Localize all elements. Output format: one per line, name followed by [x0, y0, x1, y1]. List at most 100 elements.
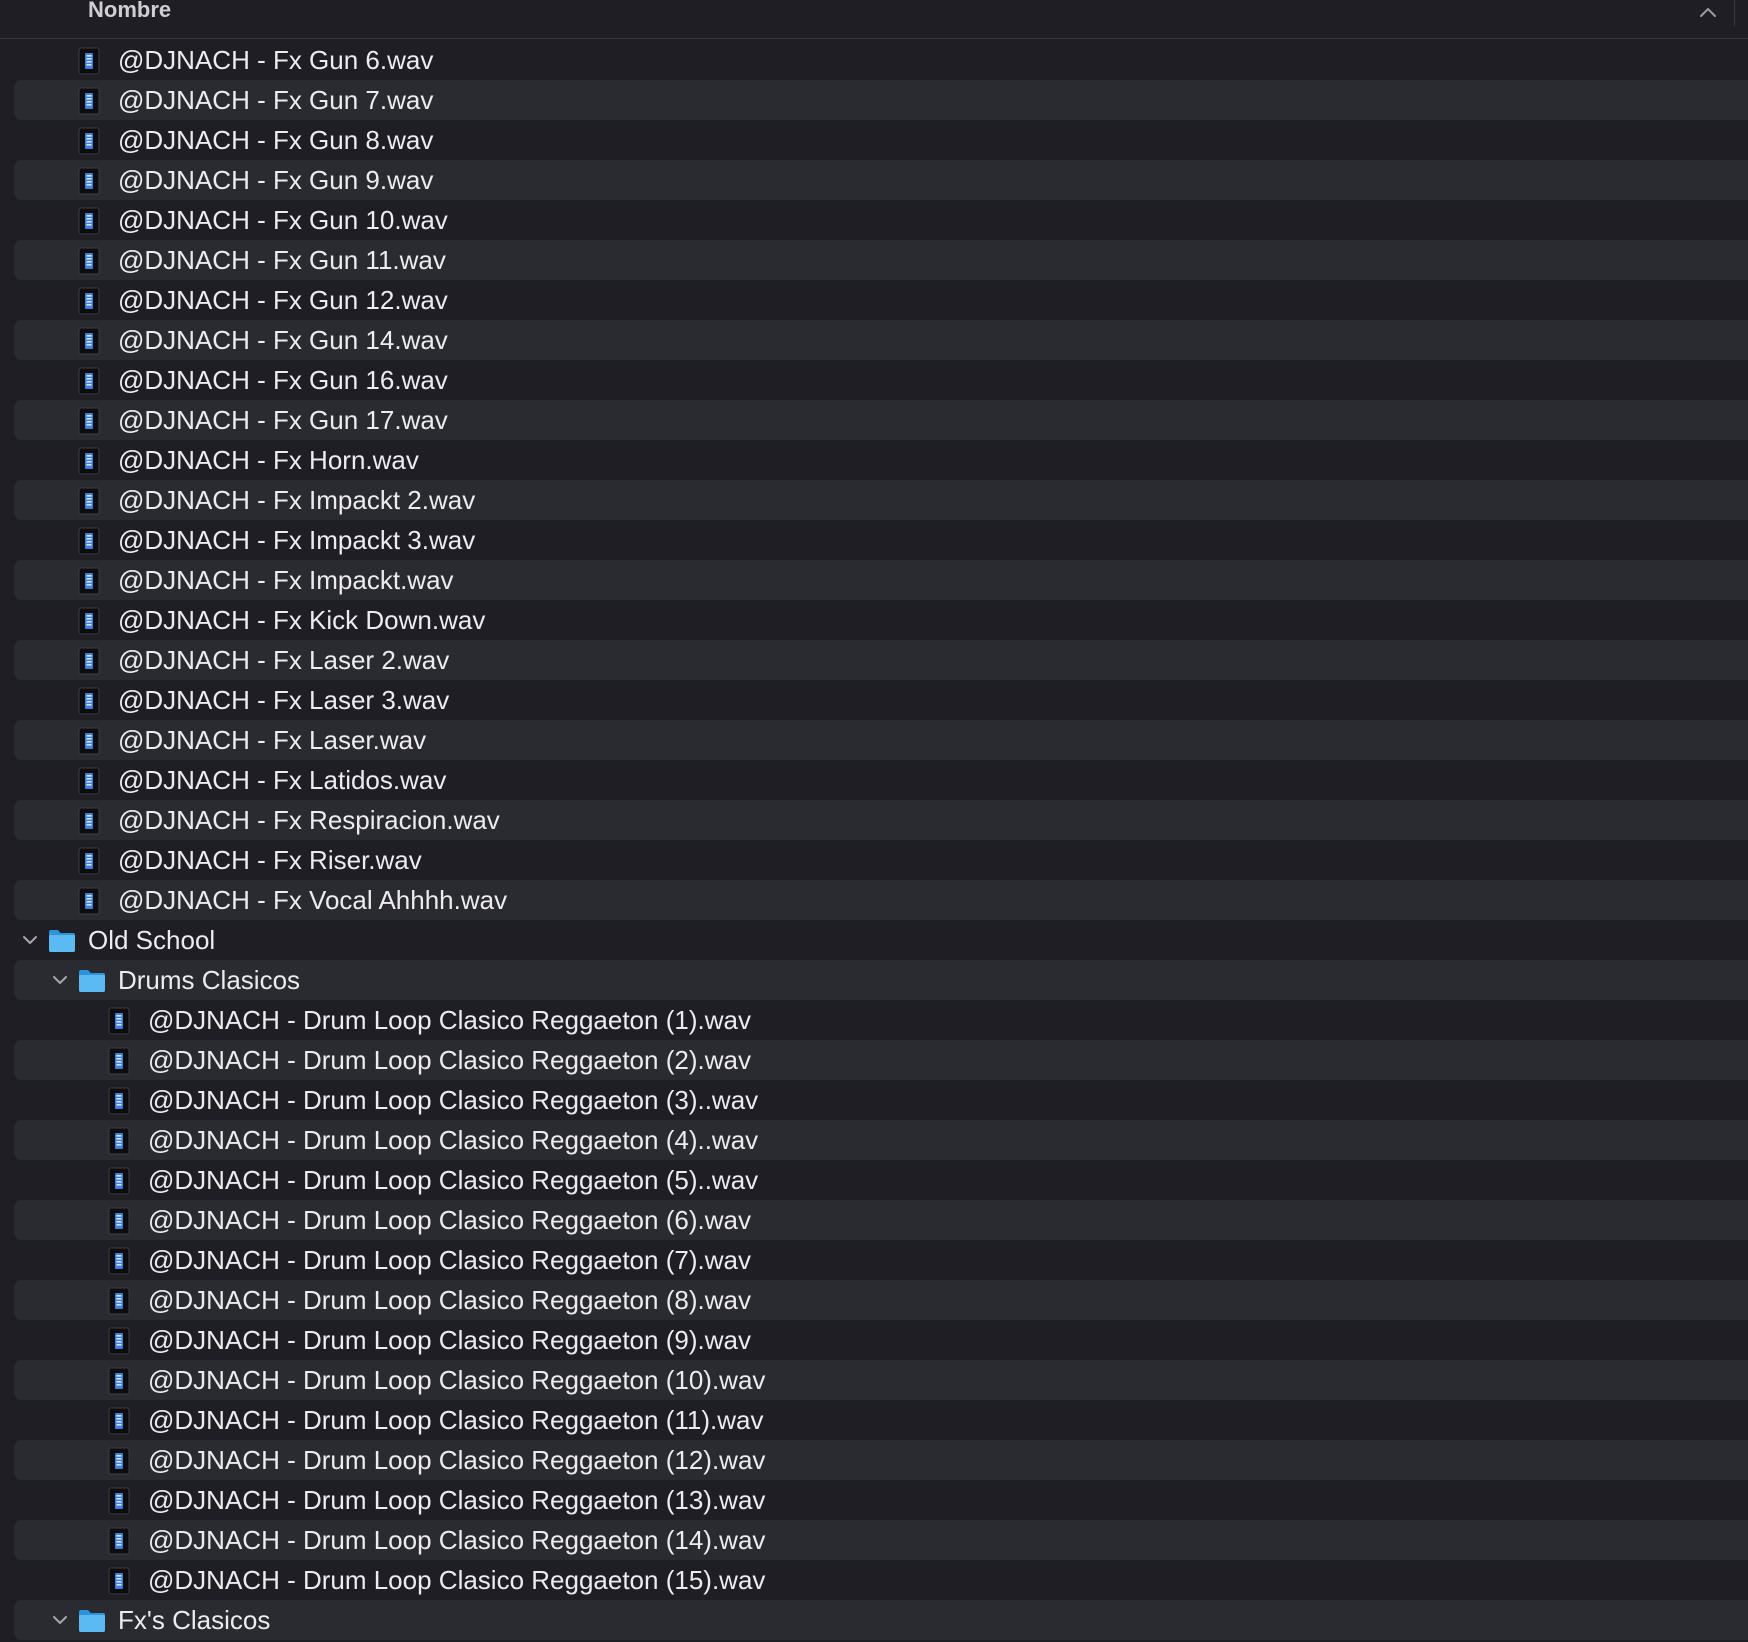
audio-file-icon	[78, 607, 100, 635]
file-name: @DJNACH - Drum Loop Clasico Reggaeton (1…	[148, 1405, 764, 1435]
audio-file-icon	[78, 567, 100, 595]
file-name: @DJNACH - Drum Loop Clasico Reggaeton (3…	[148, 1085, 759, 1115]
file-row[interactable]: @DJNACH - Drum Loop Clasico Reggaeton (8…	[14, 1280, 1748, 1320]
audio-file-icon	[78, 247, 100, 275]
file-row[interactable]: @DJNACH - Fx Gun 17.wav	[14, 400, 1748, 440]
file-name: @DJNACH - Drum Loop Clasico Reggaeton (6…	[148, 1205, 751, 1235]
file-row[interactable]: @DJNACH - Fx Gun 12.wav	[14, 280, 1748, 320]
file-name: @DJNACH - Fx Laser 3.wav	[118, 685, 450, 715]
file-name: @DJNACH - Fx Riser.wav	[118, 845, 422, 875]
file-row[interactable]: @DJNACH - Drum Loop Clasico Reggaeton (5…	[14, 1160, 1748, 1200]
file-name: @DJNACH - Fx Gun 16.wav	[118, 365, 448, 395]
audio-file-icon	[108, 1407, 130, 1435]
file-row[interactable]: @DJNACH - Drum Loop Clasico Reggaeton (1…	[14, 1440, 1748, 1480]
audio-file-icon	[108, 1167, 130, 1195]
file-name: @DJNACH - Drum Loop Clasico Reggaeton (1…	[148, 1445, 766, 1475]
audio-file-icon	[108, 1087, 130, 1115]
folder-icon	[79, 1610, 105, 1632]
file-name: @DJNACH - Fx Impackt.wav	[118, 565, 454, 595]
audio-file-icon	[78, 287, 100, 315]
file-row[interactable]: @DJNACH - Fx Respiracion.wav	[14, 800, 1748, 840]
file-row[interactable]: @DJNACH - Fx Gun 8.wav	[14, 120, 1748, 160]
file-row[interactable]: @DJNACH - Drum Loop Clasico Reggaeton (1…	[14, 1560, 1748, 1600]
audio-file-icon	[78, 407, 100, 435]
file-name: @DJNACH - Fx Gun 6.wav	[118, 45, 434, 75]
audio-file-icon	[78, 767, 100, 795]
file-row[interactable]: @DJNACH - Fx Laser 2.wav	[14, 640, 1748, 680]
file-name: @DJNACH - Drum Loop Clasico Reggaeton (8…	[148, 1285, 751, 1315]
file-row[interactable]: @DJNACH - Drum Loop Clasico Reggaeton (6…	[14, 1200, 1748, 1240]
audio-file-icon	[108, 1567, 130, 1595]
file-row[interactable]: @DJNACH - Fx Latidos.wav	[14, 760, 1748, 800]
audio-file-icon	[78, 487, 100, 515]
audio-file-icon	[108, 1487, 130, 1515]
file-name: @DJNACH - Fx Gun 11.wav	[118, 245, 446, 275]
file-row[interactable]: @DJNACH - Drum Loop Clasico Reggaeton (7…	[14, 1240, 1748, 1280]
audio-file-icon	[108, 1367, 130, 1395]
file-name: @DJNACH - Fx Kick Down.wav	[118, 605, 486, 635]
audio-file-icon	[78, 167, 100, 195]
audio-file-icon	[78, 807, 100, 835]
chevron-up-icon[interactable]	[1698, 4, 1718, 20]
file-row[interactable]: @DJNACH - Fx Laser.wav	[14, 720, 1748, 760]
audio-file-icon	[78, 447, 100, 475]
file-row[interactable]: @DJNACH - Fx Gun 16.wav	[14, 360, 1748, 400]
file-row[interactable]: @DJNACH - Drum Loop Clasico Reggaeton (1…	[14, 1400, 1748, 1440]
folder-name: Drums Clasicos	[118, 965, 301, 995]
file-row[interactable]: @DJNACH - Fx Horn.wav	[14, 440, 1748, 480]
audio-file-icon	[108, 1247, 130, 1275]
file-name: @DJNACH - Drum Loop Clasico Reggaeton (1…	[148, 1565, 766, 1595]
audio-file-icon	[78, 687, 100, 715]
file-row[interactable]: @DJNACH - Fx Gun 6.wav	[14, 40, 1748, 80]
chevron-down-icon[interactable]	[52, 972, 68, 988]
file-name: @DJNACH - Fx Gun 8.wav	[118, 125, 434, 155]
file-row[interactable]: @DJNACH - Fx Impackt 2.wav	[14, 480, 1748, 520]
file-row[interactable]: @DJNACH - Drum Loop Clasico Reggaeton (4…	[14, 1120, 1748, 1160]
file-row[interactable]: @DJNACH - Drum Loop Clasico Reggaeton (1…	[14, 1000, 1748, 1040]
audio-file-icon	[78, 527, 100, 555]
column-header-name[interactable]: Nombre	[88, 0, 171, 22]
file-name: @DJNACH - Fx Gun 12.wav	[118, 285, 448, 315]
file-name: @DJNACH - Drum Loop Clasico Reggaeton (1…	[148, 1485, 766, 1515]
file-row[interactable]: @DJNACH - Fx Gun 7.wav	[14, 80, 1748, 120]
file-name: @DJNACH - Drum Loop Clasico Reggaeton (2…	[148, 1045, 751, 1075]
file-name: @DJNACH - Fx Respiracion.wav	[118, 805, 500, 835]
file-name: @DJNACH - Fx Impackt 2.wav	[118, 485, 476, 515]
audio-file-icon	[78, 887, 100, 915]
file-row[interactable]: @DJNACH - Drum Loop Clasico Reggaeton (1…	[14, 1520, 1748, 1560]
audio-file-icon	[108, 1047, 130, 1075]
file-name: @DJNACH - Drum Loop Clasico Reggaeton (1…	[148, 1365, 766, 1395]
file-row[interactable]: @DJNACH - Fx Kick Down.wav	[14, 600, 1748, 640]
audio-file-icon	[78, 647, 100, 675]
file-name: @DJNACH - Fx Gun 10.wav	[118, 205, 448, 235]
file-row[interactable]: @DJNACH - Fx Impackt.wav	[14, 560, 1748, 600]
audio-file-icon	[78, 127, 100, 155]
file-row[interactable]: @DJNACH - Drum Loop Clasico Reggaeton (9…	[14, 1320, 1748, 1360]
chevron-down-icon[interactable]	[22, 932, 38, 948]
folder-name: Old School	[88, 925, 216, 955]
file-row[interactable]: @DJNACH - Drum Loop Clasico Reggaeton (2…	[14, 1040, 1748, 1080]
file-list[interactable]: @DJNACH - Fx Gun 6.wav @DJNACH - Fx Gun 7…	[0, 40, 1748, 1642]
file-row[interactable]: @DJNACH - Drum Loop Clasico Reggaeton (1…	[14, 1360, 1748, 1400]
chevron-down-icon[interactable]	[52, 1612, 68, 1628]
file-row[interactable]: @DJNACH - Fx Vocal Ahhhh.wav	[14, 880, 1748, 920]
file-row[interactable]: @DJNACH - Fx Laser 3.wav	[14, 680, 1748, 720]
file-name: @DJNACH - Fx Latidos.wav	[118, 765, 447, 795]
file-row[interactable]: @DJNACH - Fx Gun 14.wav	[14, 320, 1748, 360]
file-row[interactable]: @DJNACH - Fx Riser.wav	[14, 840, 1748, 880]
folder-row[interactable]: Drums Clasicos	[14, 960, 1748, 1000]
file-name: @DJNACH - Drum Loop Clasico Reggaeton (7…	[148, 1245, 751, 1275]
file-row[interactable]: @DJNACH - Fx Gun 9.wav	[14, 160, 1748, 200]
folder-row[interactable]: Old School	[14, 920, 1748, 960]
file-name: @DJNACH - Fx Laser 2.wav	[118, 645, 450, 675]
file-name: @DJNACH - Fx Laser.wav	[118, 725, 427, 755]
file-row[interactable]: @DJNACH - Fx Gun 10.wav	[14, 200, 1748, 240]
file-row[interactable]: @DJNACH - Drum Loop Clasico Reggaeton (3…	[14, 1080, 1748, 1120]
file-row[interactable]: @DJNACH - Fx Impackt 3.wav	[14, 520, 1748, 560]
file-name: @DJNACH - Drum Loop Clasico Reggaeton (1…	[148, 1525, 766, 1555]
file-row[interactable]: @DJNACH - Drum Loop Clasico Reggaeton (1…	[14, 1480, 1748, 1520]
file-name: @DJNACH - Fx Gun 9.wav	[118, 165, 434, 195]
file-row[interactable]: @DJNACH - Fx Gun 11.wav	[14, 240, 1748, 280]
folder-row[interactable]: Fx's Clasicos	[14, 1600, 1748, 1640]
column-divider[interactable]	[1734, 0, 1735, 26]
